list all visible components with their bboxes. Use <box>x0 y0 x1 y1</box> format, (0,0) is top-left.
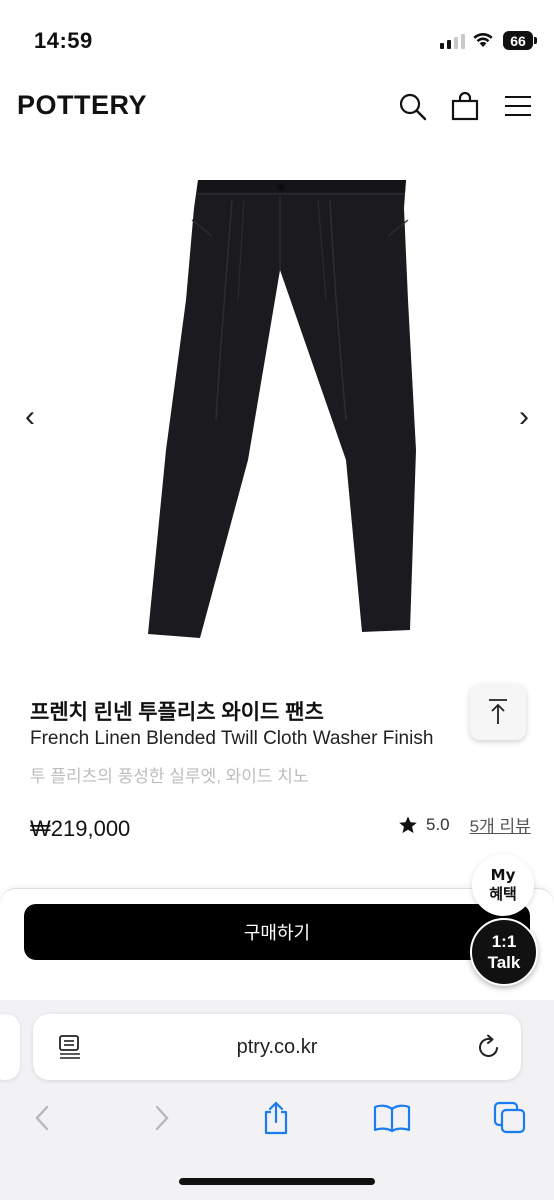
next-image-arrow[interactable]: › <box>514 400 534 434</box>
battery-icon: 66 <box>503 31 537 50</box>
product-name-english: French Linen Blended Twill Cloth Washer … <box>30 728 434 749</box>
product-price: ₩219,000 <box>30 816 131 841</box>
bookmarks-icon[interactable] <box>372 1098 412 1138</box>
benefit-label-line2: 혜택 <box>489 885 517 903</box>
reviews-link[interactable]: 5개 리뷰 <box>470 812 531 837</box>
talk-label-line2: Talk <box>487 953 521 972</box>
buy-button[interactable]: 구매하기 <box>24 904 530 960</box>
scroll-to-top-button[interactable] <box>470 684 526 740</box>
reload-icon[interactable] <box>476 1034 502 1060</box>
product-image <box>148 180 416 638</box>
one-to-one-talk-button[interactable]: 1:1 Talk <box>470 918 538 986</box>
prev-image-arrow[interactable]: ‹ <box>20 400 40 434</box>
menu-icon[interactable] <box>503 90 533 122</box>
my-benefit-button[interactable]: My 혜택 <box>472 854 534 916</box>
search-icon[interactable] <box>398 90 428 122</box>
tabs-icon[interactable] <box>490 1098 530 1138</box>
share-icon[interactable] <box>256 1098 296 1138</box>
previous-tab-peek[interactable] <box>0 1014 20 1080</box>
brand-logo[interactable]: POTTERY <box>17 90 147 121</box>
benefit-label-line1: My <box>490 866 516 884</box>
wifi-icon <box>473 32 493 47</box>
product-name-korean: 프렌치 린넨 투플리츠 와이드 팬츠 <box>30 701 324 724</box>
back-icon[interactable] <box>22 1098 62 1138</box>
rating-value: 5.0 <box>426 814 450 834</box>
star-icon <box>399 816 417 833</box>
shopping-bag-icon[interactable] <box>450 90 480 122</box>
status-time: 14:59 <box>34 28 93 53</box>
url-text[interactable]: ptry.co.kr <box>33 1014 521 1080</box>
forward-icon[interactable] <box>142 1098 182 1138</box>
product-subtitle: 투 플리츠의 풍성한 실루엣, 와이드 치노 <box>30 767 309 786</box>
arrow-up-icon <box>489 699 507 724</box>
home-indicator <box>179 1178 375 1185</box>
cellular-signal-icon <box>440 34 465 49</box>
rating-summary: 5.0 5개 리뷰 <box>398 812 531 837</box>
talk-label-line1: 1:1 <box>491 932 517 951</box>
